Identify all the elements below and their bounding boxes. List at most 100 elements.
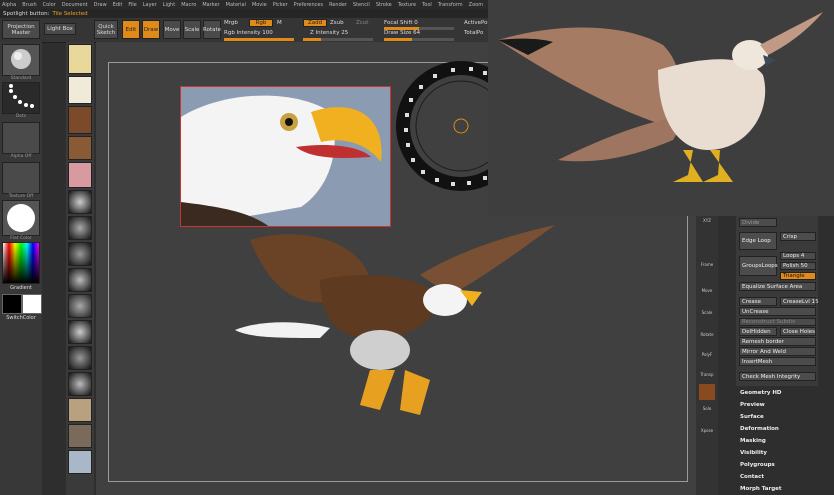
texture-tile[interactable]	[68, 76, 92, 104]
texture-tile[interactable]	[68, 450, 92, 474]
alpha-tile[interactable]	[68, 346, 92, 370]
material-thumbnail[interactable]	[2, 200, 40, 236]
surface-section[interactable]: Surface	[740, 414, 764, 420]
geometry-hd-section[interactable]: Geometry HD	[740, 390, 782, 396]
main-color-swatch[interactable]	[22, 294, 42, 314]
menu-item-edit[interactable]: Edit	[113, 2, 123, 8]
texture-tile[interactable]	[68, 162, 92, 188]
mrgb-toggle[interactable]: Mrgb	[224, 20, 238, 26]
move-view-button[interactable]: Move	[698, 288, 716, 304]
rgb-intensity-slider[interactable]: Rgb Intensity 100	[224, 30, 273, 36]
equalize-surface-area-button[interactable]: Equalize Surface Area	[739, 282, 816, 291]
polygroups-section[interactable]: Polygroups	[740, 462, 775, 468]
visibility-section[interactable]: Visibility	[740, 450, 767, 456]
alpha-tile[interactable]	[68, 190, 92, 214]
zadd-toggle[interactable]: Zadd	[303, 19, 327, 27]
preview-section[interactable]: Preview	[740, 402, 765, 408]
alpha-thumbnail[interactable]	[2, 122, 40, 154]
reconstruct-subdiv-button[interactable]: Reconstruct Subdiv	[739, 318, 816, 326]
scale-button[interactable]: Scale	[183, 20, 201, 39]
zcut-toggle[interactable]: Zcut	[356, 20, 368, 26]
scale-view-button[interactable]: Scale	[698, 310, 716, 326]
reference-image-overlay[interactable]	[488, 0, 834, 216]
menu-item-draw[interactable]: Draw	[94, 2, 107, 8]
alpha-tile[interactable]	[68, 216, 92, 240]
xyz-button[interactable]: XYZ	[698, 218, 716, 234]
menu-item-zoom[interactable]: Zoom	[469, 2, 483, 8]
polish-slider[interactable]: Polish 50	[780, 262, 816, 270]
switch-color-button[interactable]: SwitchColor	[0, 315, 42, 321]
draw-button[interactable]: Draw	[142, 20, 160, 39]
solo-button[interactable]: Solo	[698, 406, 716, 422]
frame-button[interactable]: Frame	[698, 262, 716, 278]
light-box-button[interactable]: Light Box	[44, 23, 76, 35]
menu-item-layer[interactable]: Layer	[143, 2, 157, 8]
menu-item-picker[interactable]: Picker	[273, 2, 288, 8]
edit-button[interactable]: Edit	[122, 20, 140, 39]
menu-item-texture[interactable]: Texture	[398, 2, 416, 8]
menu-item-file[interactable]: File	[128, 2, 136, 8]
texture-tile[interactable]	[68, 44, 92, 74]
brush-thumbnail[interactable]	[2, 44, 40, 76]
rotate-view-button[interactable]: Rotate	[698, 332, 716, 348]
triangle-button[interactable]: Triangle	[780, 272, 816, 280]
contact-section[interactable]: Contact	[740, 474, 764, 480]
close-holes-button[interactable]: Close Holes	[780, 327, 816, 336]
quick-sketch-button[interactable]: Quick Sketch	[94, 20, 118, 39]
rgb-toggle[interactable]: Rgb	[249, 19, 273, 27]
m-toggle[interactable]: M	[277, 20, 282, 26]
edge-loop-button[interactable]: Edge Loop	[739, 232, 777, 250]
crease-button[interactable]: Crease	[739, 297, 777, 306]
uncrease-button[interactable]: UnCrease	[739, 307, 816, 316]
z-intensity-slider[interactable]: Z Intensity 25	[310, 30, 348, 36]
gradient-label[interactable]: Gradient	[0, 285, 42, 291]
alpha-tile[interactable]	[68, 372, 92, 396]
xpose-button[interactable]: Xpose	[698, 428, 716, 444]
texture-tile[interactable]	[68, 106, 92, 134]
divide-button[interactable]: Divide	[739, 218, 777, 227]
masking-section[interactable]: Masking	[740, 438, 766, 444]
menu-item-stencil[interactable]: Stencil	[353, 2, 370, 8]
alpha-tile[interactable]	[68, 294, 92, 318]
menu-item-movie[interactable]: Movie	[252, 2, 267, 8]
menu-item-material[interactable]: Material	[226, 2, 246, 8]
texture-thumbnail[interactable]	[2, 162, 40, 194]
menu-item-preferences[interactable]: Preferences	[294, 2, 323, 8]
crisp-button[interactable]: Crisp	[780, 232, 816, 241]
menu-item-brush[interactable]: Brush	[22, 2, 36, 8]
zsub-toggle[interactable]: Zsub	[330, 20, 344, 26]
insert-mesh-button[interactable]: InsertMesh	[739, 357, 816, 366]
alpha-tile[interactable]	[68, 242, 92, 266]
menu-item-macro[interactable]: Macro	[181, 2, 196, 8]
crease-level-slider[interactable]: CreaseLvl 15	[780, 297, 819, 306]
menu-item-color[interactable]: Color	[43, 2, 56, 8]
texture-tile[interactable]	[68, 424, 92, 448]
stroke-thumbnail[interactable]	[2, 82, 40, 114]
loops-slider[interactable]: Loops 4	[780, 252, 816, 260]
menu-item-alpha[interactable]: Alpha	[2, 2, 16, 8]
eagle-model[interactable]	[220, 220, 560, 420]
menu-item-stroke[interactable]: Stroke	[376, 2, 392, 8]
texture-tile[interactable]	[68, 136, 92, 160]
menu-item-transform[interactable]: Transform	[438, 2, 463, 8]
secondary-color-swatch[interactable]	[2, 294, 22, 314]
move-button[interactable]: Move	[163, 20, 181, 39]
rgb-intensity-track[interactable]	[224, 38, 294, 41]
z-intensity-track[interactable]	[303, 38, 373, 41]
projection-master-button[interactable]: Projection Master	[2, 20, 40, 39]
polyf-button[interactable]: PolyF	[698, 352, 716, 368]
alpha-tile[interactable]	[68, 268, 92, 292]
material-swatch-icon[interactable]	[699, 384, 715, 400]
deformation-section[interactable]: Deformation	[740, 426, 779, 432]
mirror-and-weld-button[interactable]: Mirror And Weld	[739, 347, 816, 356]
menu-item-render[interactable]: Render	[329, 2, 347, 8]
texture-tile[interactable]	[68, 398, 92, 422]
remesh-border-button[interactable]: Remesh border	[739, 337, 816, 346]
alpha-tile[interactable]	[68, 320, 92, 344]
check-mesh-integrity-button[interactable]: Check Mesh Integrity	[739, 372, 816, 381]
draw-size-slider[interactable]: Draw Size 64	[384, 30, 420, 36]
menu-item-light[interactable]: Light	[163, 2, 175, 8]
menu-item-marker[interactable]: Marker	[202, 2, 219, 8]
groups-loops-button[interactable]: GroupsLoops	[739, 256, 778, 276]
del-hidden-button[interactable]: DelHidden	[739, 327, 777, 336]
